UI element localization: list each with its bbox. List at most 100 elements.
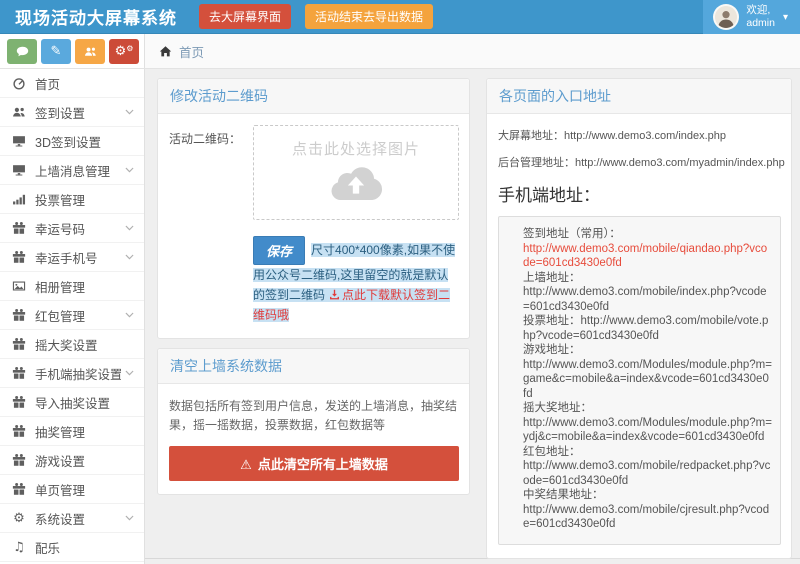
dashboard-icon [12,76,26,90]
sidebar-item-label: 投票管理 [35,190,134,209]
sidebar-item-3d-checkin[interactable]: 3D签到设置 [0,127,144,156]
game-url[interactable]: http://www.demo3.com/Modules/module.php?… [523,359,772,400]
wall-url[interactable]: http://www.demo3.com/mobile/index.php?vc… [523,286,767,313]
sidebar-item-home[interactable]: 首页 [0,69,144,98]
sidebar-item-game-settings[interactable]: 游戏设置 [0,446,144,475]
mobile-entry-wall: 上墙地址：http://www.demo3.com/mobile/index.p… [523,271,772,315]
users-icon [84,45,97,58]
admin-url[interactable]: http://www.demo3.com/myadmin/index.php [575,157,785,169]
sidebar-item-vote-manage[interactable]: 投票管理 [0,185,144,214]
sidebar-item-label: 红包管理 [35,306,121,325]
cogs-icon: ⚙⚙ [115,45,134,58]
gift-icon [12,453,26,467]
gift-icon [12,308,26,322]
top-header: 现场活动大屏幕系统 去大屏幕界面 活动结束去导出数据 欢迎, admin ▾ [0,0,800,34]
clear-panel-title: 清空上墙系统数据 [158,349,469,384]
chevron-down-icon [125,312,134,318]
messages-button[interactable] [7,39,37,64]
chevron-down-icon [125,515,134,521]
gift-icon [12,221,26,235]
export-data-button[interactable]: 活动结束去导出数据 [305,4,433,29]
sidebar-item-mobile-lottery[interactable]: 手机端抽奖设置 [0,359,144,388]
music-icon: ♫ [12,541,26,554]
edit-button[interactable]: ✎ [41,39,71,64]
sidebar-item-system-settings[interactable]: ⚙ 系统设置 [0,504,144,533]
mobile-entry-vote: 投票地址：http://www.demo3.com/mobile/vote.ph… [523,314,772,343]
home-icon [159,45,172,58]
settings-button[interactable]: ⚙⚙ [109,39,139,64]
sidebar-item-checkin-settings[interactable]: 签到设置 [0,98,144,127]
breadcrumb-home-link[interactable]: 首页 [179,42,204,61]
cloud-upload-icon [327,162,385,200]
subheader: ✎ ⚙⚙ 首页 [0,34,800,69]
sidebar-item-music[interactable]: ♫ 配乐 [0,533,144,562]
bigscreen-address: 大屏幕地址：http://www.demo3.com/index.php [498,127,781,143]
bigscreen-url[interactable]: http://www.demo3.com/index.php [564,130,726,142]
sidebar-item-wall-messages[interactable]: 上墙消息管理 [0,156,144,185]
avatar [713,4,739,30]
qr-field-label: 活动二维码： [169,125,253,220]
result-url[interactable]: http://www.demo3.com/mobile/cjresult.php… [523,504,769,531]
qr-panel-title: 修改活动二维码 [158,79,469,114]
welcome-text: 欢迎, admin [746,4,775,29]
sidebar-item-album[interactable]: 相册管理 [0,272,144,301]
sidebar-item-import-lottery[interactable]: 导入抽奖设置 [0,388,144,417]
sidebar-item-label: 签到设置 [35,103,121,122]
breadcrumb: 首页 [145,34,800,68]
pencil-icon: ✎ [51,45,62,58]
page-title: 现场活动大屏幕系统 [15,4,177,29]
quick-toolbar: ✎ ⚙⚙ [0,34,145,68]
users-icon [12,105,26,119]
sidebar-item-shake-prize[interactable]: 摇大奖设置 [0,330,144,359]
sidebar-item-lucky-phone[interactable]: 幸运手机号 [0,243,144,272]
sidebar-item-single-page[interactable]: 单页管理 [0,475,144,504]
warning-icon: ⚠ [240,458,252,473]
mobile-entry-checkin: 签到地址（常用）：http://www.demo3.com/mobile/qia… [523,227,772,271]
sidebar-item-label: 上墙消息管理 [35,161,121,180]
mobile-addresses-box: 签到地址（常用）：http://www.demo3.com/mobile/qia… [498,216,781,545]
gift-icon [12,482,26,496]
sidebar-item-lucky-number[interactable]: 幸运号码 [0,214,144,243]
mobile-entry-redpacket: 红包地址：http://www.demo3.com/mobile/redpack… [523,445,772,489]
sidebar-item-lottery-manage[interactable]: 抽奖管理 [0,417,144,446]
mobile-entry-game: 游戏地址：http://www.demo3.com/Modules/module… [523,343,772,401]
save-button[interactable]: 保存 [253,236,305,265]
sidebar-item-label: 3D签到设置 [35,132,134,151]
gift-icon [12,337,26,351]
upload-placeholder-text: 点击此处选择图片 [292,138,420,159]
monitor-icon [12,134,26,148]
sidebar-item-label: 手机端抽奖设置 [35,364,121,383]
sidebar-item-redpacket[interactable]: 红包管理 [0,301,144,330]
gift-icon [12,366,26,380]
clear-description: 数据包括所有签到用户信息，发送的上墙消息，抽奖结果，摇一摇数据，投票数据，红包数… [169,397,459,434]
sidebar-item-label: 配乐 [35,538,134,557]
mobile-addresses-heading: 手机端地址： [498,181,781,206]
mobile-entry-shake: 摇大奖地址：http://www.demo3.com/Modules/modul… [523,401,772,445]
image-icon [12,279,26,293]
monitor-icon [12,163,26,177]
caret-down-icon: ▾ [783,12,788,23]
sidebar-item-label: 游戏设置 [35,451,134,470]
qr-upload-dropzone[interactable]: 点击此处选择图片 [253,125,459,220]
sidebar-item-label: 幸运号码 [35,219,121,238]
user-menu[interactable]: 欢迎, admin ▾ [703,0,800,34]
sidebar-item-label: 幸运手机号 [35,248,121,267]
shake-url[interactable]: http://www.demo3.com/Modules/module.php?… [523,417,772,444]
main-content: 修改活动二维码 活动二维码： 点击此处选择图片 保存尺寸400*400像素,如 [145,69,800,564]
goto-bigscreen-button[interactable]: 去大屏幕界面 [199,4,291,29]
users-button[interactable] [75,39,105,64]
clear-all-data-button[interactable]: ⚠点此清空所有上墙数据 [169,446,459,481]
sidebar-item-label: 首页 [35,74,134,93]
chevron-down-icon [125,109,134,115]
chevron-down-icon [125,167,134,173]
gift-icon [12,424,26,438]
chevron-down-icon [125,370,134,376]
checkin-url[interactable]: http://www.demo3.com/mobile/qiandao.php?… [523,243,767,270]
chevron-down-icon [125,225,134,231]
clear-data-panel: 清空上墙系统数据 数据包括所有签到用户信息，发送的上墙消息，抽奖结果，摇一摇数据… [157,348,470,495]
mobile-entry-result: 中奖结果地址：http://www.demo3.com/mobile/cjres… [523,488,772,532]
redpacket-url[interactable]: http://www.demo3.com/mobile/redpacket.ph… [523,460,770,487]
sidebar-item-label: 抽奖管理 [35,422,134,441]
sidebar-item-label: 摇大奖设置 [35,335,134,354]
chat-icon [16,45,29,58]
